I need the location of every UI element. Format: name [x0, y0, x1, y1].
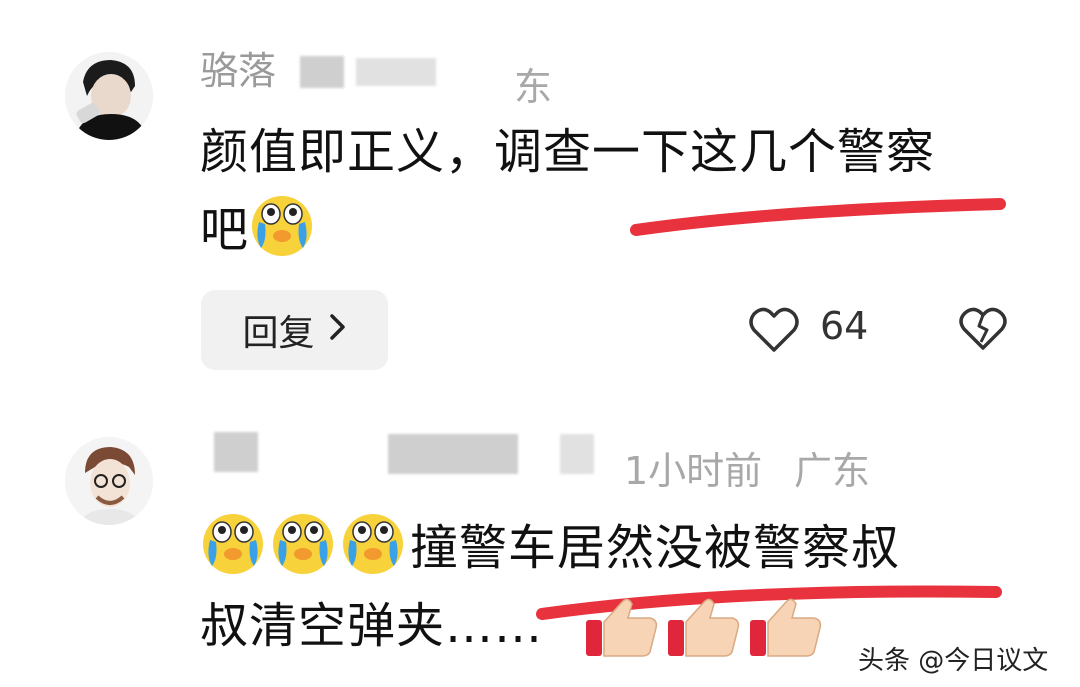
crying-emoji-icon — [200, 510, 266, 576]
avatar[interactable] — [65, 437, 153, 525]
like-button[interactable]: 64 — [748, 304, 878, 356]
avatar[interactable] — [65, 52, 153, 140]
comment-text-end: 吧 — [200, 202, 250, 258]
username[interactable]: 骆落 — [200, 40, 276, 95]
like-count: 64 — [820, 304, 869, 348]
comment-text-line: 叔清空弹夹…… — [200, 598, 544, 654]
reply-button[interactable]: 回复 — [201, 290, 388, 370]
thumbs-up-row — [582, 594, 832, 660]
thumbs-up-icon — [750, 598, 822, 657]
username-row: 1小时前 广东 — [200, 432, 900, 493]
censored-info — [560, 434, 594, 474]
reply-label: 回复 — [242, 313, 315, 354]
broken-heart-icon[interactable] — [958, 306, 1008, 352]
censored-username — [214, 432, 258, 472]
location-label: 广东 — [794, 449, 871, 493]
username-row: 骆落 东 — [200, 49, 580, 109]
comment-text-line: 吧 — [200, 192, 319, 260]
thumbs-up-icon — [668, 598, 740, 657]
heart-icon — [749, 307, 799, 352]
thumbs-up-icon — [586, 598, 658, 657]
crying-emoji-icon — [249, 192, 315, 258]
censored-username — [300, 56, 344, 88]
censored-info — [356, 58, 436, 86]
comment-text-line: 颜值即正义，调查一下这几个警察 — [200, 124, 936, 180]
watermark: 头条 @今日议文 — [858, 646, 1049, 676]
crying-emoji-icon — [340, 510, 406, 576]
location-label: 东 — [514, 65, 553, 109]
chevron-right-icon — [329, 310, 347, 350]
avatar-image — [65, 437, 153, 525]
timestamp: 1小时前 — [624, 449, 763, 493]
avatar-image — [65, 52, 153, 140]
crying-emoji-icon — [270, 510, 336, 576]
red-underline — [630, 198, 1006, 236]
censored-info — [388, 434, 518, 474]
